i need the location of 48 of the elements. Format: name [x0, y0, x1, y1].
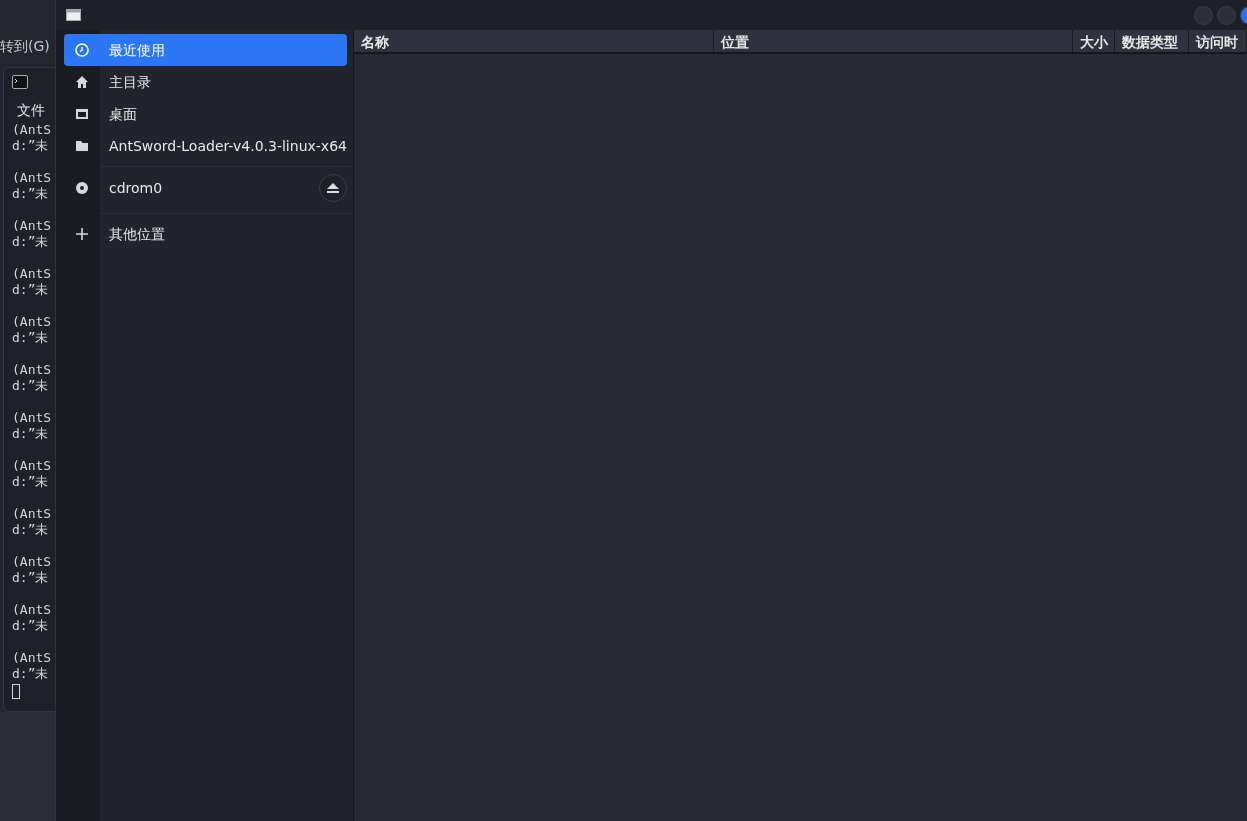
sidebar-item[interactable]: 主目录 [64, 66, 347, 98]
clock-icon [74, 42, 90, 58]
terminal-line: d:”未 [12, 570, 49, 586]
terminal-line: (AntS [12, 554, 52, 570]
terminal-line: d:”未 [12, 474, 49, 490]
menu-item[interactable]: 转到(G) [0, 38, 50, 54]
sidebar-item[interactable]: 桌面 [64, 98, 347, 130]
terminal-line: d:”未 [12, 522, 49, 538]
terminal-line: (AntS [12, 218, 52, 234]
sidebar-item[interactable]: 最近使用 [64, 34, 347, 66]
terminal-line: (AntS [12, 170, 52, 186]
window-icon [66, 9, 81, 21]
terminal-line: d:”未 [12, 378, 49, 394]
desktop-icon [74, 106, 90, 122]
terminal-line: (AntS [12, 362, 52, 378]
terminal-line: d:”未 [12, 330, 49, 346]
column-header[interactable]: 大小 [1073, 30, 1115, 52]
sidebar-item[interactable]: AntSword-Loader-v4.0.3-linux-x64 [64, 130, 347, 162]
text-cursor [12, 684, 20, 699]
terminal-line: (AntS [12, 650, 52, 666]
terminal-line: (AntS [12, 458, 52, 474]
plus-icon [74, 226, 90, 242]
terminal-line: (AntS [12, 602, 52, 618]
folder-icon [74, 138, 90, 154]
disc-icon [74, 180, 90, 196]
terminal-line: d:”未 [12, 282, 49, 298]
terminal-line: d:”未 [12, 234, 49, 250]
terminal-line: d:”未 [12, 138, 49, 154]
terminal-icon [12, 75, 28, 89]
terminal-line: (AntS [12, 314, 52, 330]
terminal-line: (AntS [12, 122, 52, 138]
terminal-line: (AntS [12, 410, 52, 426]
terminal-line: d:”未 [12, 426, 49, 442]
column-header[interactable]: 名称 [354, 30, 714, 52]
column-header[interactable]: 位置 [714, 30, 1073, 52]
terminal-line: d:”未 [12, 186, 49, 202]
sidebar-item[interactable]: 其他位置 [64, 218, 347, 250]
sidebar-item[interactable]: cdrom0 [64, 167, 347, 209]
home-icon [74, 74, 90, 90]
eject-icon [327, 183, 339, 193]
column-header[interactable]: 访问时 [1189, 30, 1247, 52]
menu-item[interactable]: 文件 [17, 99, 45, 121]
terminal-line: d:”未 [12, 666, 49, 682]
eject-button[interactable] [319, 174, 347, 202]
terminal-line: (AntS [12, 506, 52, 522]
terminal-line: d:”未 [12, 618, 49, 634]
terminal-line: (AntS [12, 266, 52, 282]
column-header[interactable]: 数据类型 [1115, 30, 1189, 52]
